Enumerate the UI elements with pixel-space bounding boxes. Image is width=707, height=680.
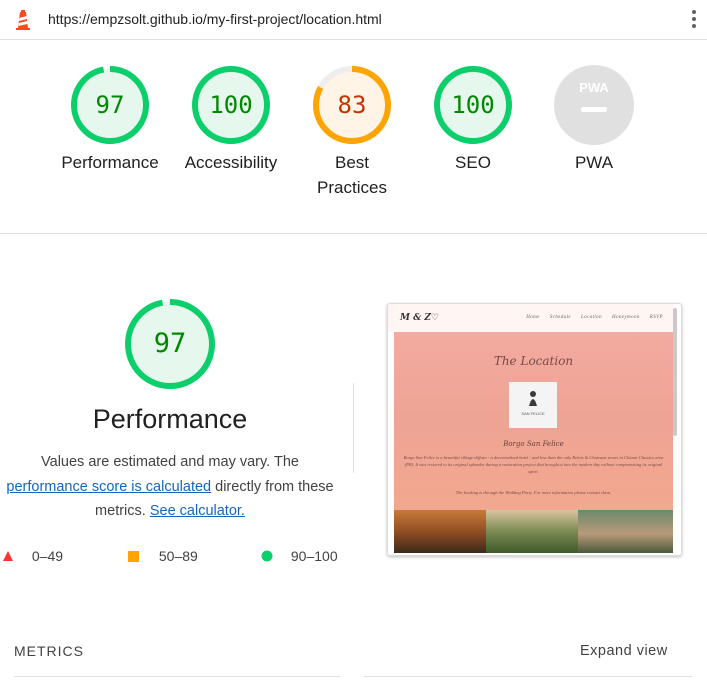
legend-pass: 90–100 — [261, 548, 338, 564]
photo-sunset — [394, 510, 486, 553]
legend-average: 50–89 — [127, 548, 198, 564]
gauge-score: 100 — [209, 91, 253, 119]
screenshot-photo-strip — [394, 510, 673, 553]
page-screenshot[interactable]: M & Z♡ Home Schedule Location Honeymoon RSVP… — [387, 303, 682, 556]
gauge-seo[interactable]: 100 SEO — [418, 64, 528, 175]
gauge-label: SEO — [455, 153, 491, 172]
kebab-menu-icon[interactable] — [690, 10, 698, 32]
pwa-badge-text: PWA — [579, 80, 609, 95]
performance-score-link[interactable]: performance score is calculated — [6, 479, 211, 495]
legend-fail: 0–49 — [2, 548, 63, 564]
pwa-badge-icon: PWA — [554, 65, 634, 145]
photo-vineyard — [486, 510, 578, 553]
metrics-heading: METRICS — [14, 643, 84, 659]
screenshot-hero: The Location SAN FELICE Borgo San Felice… — [394, 332, 673, 510]
vertical-divider — [353, 383, 354, 473]
gauge-score: 100 — [451, 91, 495, 119]
performance-title: Performance — [92, 404, 248, 434]
san-felice-logo-icon — [529, 391, 537, 406]
screenshot-navbar: M & Z♡ Home Schedule Location Honeymoon RSVP — [388, 304, 673, 332]
gauge-label: PWA — [574, 153, 614, 172]
url-text[interactable]: https://empzsolt.github.io/my-first-proj… — [48, 11, 382, 27]
gauge-score: 97 — [95, 91, 125, 119]
gauge-score: 83 — [337, 91, 367, 119]
lighthouse-icon — [16, 10, 30, 30]
screenshot-logo: SAN FELICE — [509, 382, 557, 428]
screenshot-heading: The Location — [493, 354, 574, 368]
gauge-label: Accessibility — [184, 153, 278, 172]
divider-line — [14, 676, 340, 677]
square-icon — [128, 551, 139, 562]
circle-icon — [261, 550, 273, 562]
gauge-pwa[interactable]: PWA PWA — [539, 64, 649, 175]
gauge-performance[interactable]: 97 Performance — [55, 64, 165, 175]
photo-villa — [578, 510, 673, 553]
screenshot-nav-links: Home Schedule Location Honeymoon RSVP — [526, 315, 663, 320]
divider-line — [364, 676, 692, 677]
section-divider — [0, 233, 707, 234]
performance-description: Values are estimated and may vary. The p… — [6, 454, 334, 519]
top-bar: https://empzsolt.github.io/my-first-proj… — [0, 0, 707, 40]
performance-score: 97 — [153, 328, 187, 359]
gauge-label: Performance — [61, 153, 159, 172]
screenshot-scrollbar — [673, 308, 677, 436]
see-calculator-link[interactable]: See calculator. — [150, 503, 245, 519]
gauge-best-practices[interactable]: 83 Best Practices — [297, 64, 407, 200]
gauge-accessibility[interactable]: 100 Accessibility — [176, 64, 286, 175]
triangle-icon — [3, 551, 13, 561]
screenshot-brand: M & Z♡ — [400, 313, 439, 323]
screenshot-paragraph-2: The booking is through the Wedding Party… — [455, 490, 612, 495]
screenshot-paragraph: Borgo San Felice is a beautiful village-… — [403, 455, 664, 474]
screenshot-subheading: Borgo San Felice — [503, 440, 564, 448]
gauge-label: Best Practices — [317, 153, 387, 197]
expand-view-button[interactable]: Expand view — [580, 643, 668, 659]
